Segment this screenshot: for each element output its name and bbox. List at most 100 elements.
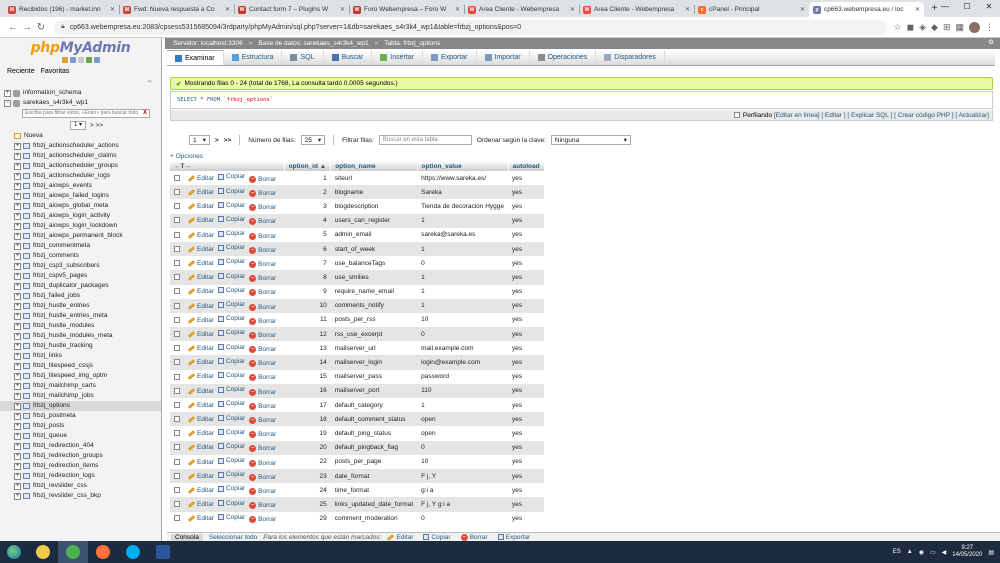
copy-button[interactable]: Copiar [217, 514, 245, 521]
edit-button[interactable]: Editar [187, 317, 214, 324]
cell-autoload[interactable]: yes [508, 398, 545, 413]
close-window-icon[interactable]: ✕ [978, 0, 1000, 14]
expand-icon[interactable]: + [14, 242, 21, 250]
sort-select[interactable]: Ninguna ▾ [550, 135, 631, 145]
edit-button[interactable]: Editar [187, 444, 214, 451]
cell-autoload[interactable]: yes [508, 327, 545, 342]
cell-autoload[interactable]: yes [508, 213, 545, 228]
copy-button[interactable]: Copiar [217, 415, 245, 422]
cell-option-id[interactable]: 11 [284, 312, 331, 328]
settings-icon[interactable] [85, 57, 92, 63]
expand-icon[interactable]: + [14, 342, 21, 350]
browser-tab[interactable]: W Área Cliente - Webempresa ✕ [464, 2, 579, 17]
delete-button[interactable]: – Borrar [249, 190, 276, 198]
edit-button[interactable]: Editar [187, 189, 214, 196]
tab-examinar[interactable]: Examinar [167, 50, 224, 65]
expand-icon[interactable]: + [14, 202, 21, 210]
column-header-option-value[interactable]: option_value [417, 161, 509, 171]
tab-disparadores[interactable]: Disparadores [596, 50, 665, 65]
row-checkbox[interactable] [174, 430, 180, 437]
cell-autoload[interactable]: yes [508, 312, 545, 328]
sidebar-table-item[interactable]: + frbzj_actionscheduler_groups [0, 161, 161, 171]
delete-button[interactable]: – Borrar [249, 459, 276, 467]
edit-button[interactable]: Editar [187, 487, 214, 494]
expand-icon[interactable]: + [14, 222, 21, 230]
bulk-delete-button[interactable]: – Borrar [460, 533, 488, 541]
clock[interactable]: 9:27 14/05/2020 [952, 545, 982, 559]
sidebar-table-item[interactable]: + frbzj_posts [0, 421, 161, 431]
edit-button[interactable]: Editar [187, 303, 214, 310]
cell-autoload[interactable]: yes [508, 256, 545, 271]
row-checkbox[interactable] [174, 203, 180, 210]
tab-sql[interactable]: SQL [282, 50, 324, 65]
copy-button[interactable]: Copiar [217, 443, 245, 450]
language-indicator[interactable]: ES [893, 549, 901, 555]
close-tab-icon[interactable]: ✕ [800, 6, 805, 13]
cell-option-value[interactable]: 110 [417, 383, 508, 398]
crumb-table[interactable]: Tabla: frbzj_options [384, 40, 440, 47]
expand-icon[interactable]: + [14, 182, 21, 190]
url-input[interactable]: 🔒︎ cp663.webempresa.eu:2083/cpsess531568… [54, 19, 888, 35]
edit-button[interactable]: Editar [187, 175, 214, 182]
delete-button[interactable]: – Borrar [249, 260, 276, 268]
delete-button[interactable]: – Borrar [249, 232, 276, 240]
row-checkbox[interactable] [174, 501, 180, 508]
sidebar-table-item[interactable]: + frbzj_redirection_404 [0, 441, 161, 451]
last-page-button[interactable]: >> [224, 137, 232, 144]
cell-option-id[interactable]: 13 [284, 341, 331, 356]
cell-option-id[interactable]: 15 [284, 369, 331, 384]
column-arrows-header[interactable]: ←T→ [170, 161, 285, 171]
copy-button[interactable]: Copiar [217, 188, 245, 195]
cell-option-name[interactable]: blogname [330, 185, 418, 200]
cell-option-name[interactable]: use_smilies [330, 270, 418, 285]
bulk-copy-button[interactable]: Copiar [423, 534, 451, 541]
edit-button[interactable]: Editar [187, 331, 214, 338]
sql-query-box[interactable]: SELECT * FROM `frbzj_options` [170, 91, 993, 109]
sidebar-table-item[interactable]: + frbzj_aiowps_failed_logins [0, 191, 161, 201]
cell-option-name[interactable]: use_balanceTags [330, 256, 418, 271]
sidebar-table-item[interactable]: + frbzj_mailchimp_carts [0, 381, 161, 391]
back-icon[interactable]: ← [6, 22, 20, 33]
expand-icon[interactable]: + [14, 322, 21, 330]
cell-option-id[interactable]: 17 [284, 398, 331, 413]
copy-button[interactable]: Copiar [217, 244, 245, 251]
maximize-icon[interactable]: ☐ [956, 0, 978, 14]
edit-button[interactable]: Editar [187, 416, 214, 423]
expand-icon[interactable]: + [14, 462, 21, 470]
edit-button[interactable]: Editar [187, 501, 214, 508]
cell-autoload[interactable]: yes [508, 440, 545, 455]
row-checkbox[interactable] [174, 458, 180, 465]
cell-option-name[interactable]: users_can_register [330, 213, 418, 228]
sidebar-table-item[interactable]: + frbzj_commentmeta [0, 241, 161, 251]
cell-option-value[interactable]: F j, Y [417, 468, 508, 484]
copy-button[interactable]: Copiar [217, 287, 245, 294]
expand-icon[interactable]: + [14, 442, 21, 450]
cell-option-id[interactable]: 22 [284, 454, 331, 469]
delete-button[interactable]: – Borrar [249, 388, 276, 396]
cell-option-value[interactable]: 0 [417, 511, 508, 526]
cell-option-name[interactable]: blogdescription [330, 199, 418, 214]
copy-button[interactable]: Copiar [217, 230, 245, 237]
delete-button[interactable]: – Borrar [249, 374, 276, 382]
expand-icon[interactable]: + [4, 89, 11, 97]
expand-icon[interactable]: + [14, 402, 21, 410]
expand-icon[interactable]: + [14, 252, 21, 260]
cell-option-value[interactable]: 10 [417, 454, 508, 469]
reload-nav-icon[interactable] [93, 57, 100, 63]
link-with-main-icon[interactable]: ⇔ [146, 78, 153, 85]
row-checkbox[interactable] [174, 359, 180, 366]
expand-icon[interactable]: + [14, 382, 21, 390]
edit-link[interactable]: [ Editar ] [821, 112, 845, 119]
cell-autoload[interactable]: yes [508, 468, 545, 484]
cell-option-id[interactable]: 9 [284, 284, 331, 299]
expand-icon[interactable]: + [14, 422, 21, 430]
row-checkbox[interactable] [174, 387, 180, 394]
row-checkbox[interactable] [174, 444, 180, 451]
browser-tab[interactable]: p cp663.webempresa.eu / loc ✕ [809, 2, 924, 17]
row-checkbox[interactable] [174, 330, 180, 337]
sidebar-table-item[interactable]: + frbzj_queue [0, 431, 161, 441]
row-checkbox[interactable] [174, 174, 180, 181]
close-tab-icon[interactable]: ✕ [915, 6, 920, 13]
cell-option-id[interactable]: 23 [284, 468, 331, 484]
close-tab-icon[interactable]: ✕ [570, 6, 575, 13]
